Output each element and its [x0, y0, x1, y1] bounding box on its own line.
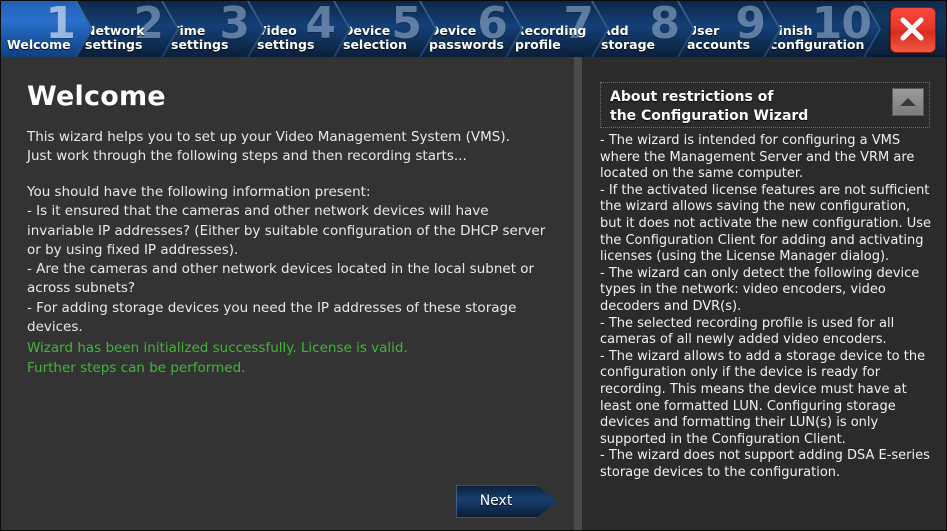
triangle-up-icon: [900, 98, 916, 106]
wizard-step-10[interactable]: 10 Finish configuration: [765, 1, 881, 57]
intro-paragraph: This wizard helps you to set up your Vid…: [27, 129, 510, 164]
help-body-text: - The wizard is intended for configuring…: [600, 133, 932, 480]
configuration-wizard-window: 1 Welcome 2 Network settings 3 Time settings 4…: [0, 0, 947, 531]
help-title: About restrictions of the Configuration …: [610, 89, 809, 124]
help-panel: About restrictions of the Configuration …: [582, 57, 946, 530]
wizard-step-1[interactable]: 1 Welcome: [1, 1, 93, 57]
close-icon: [900, 17, 924, 41]
wizard-step-label: Network settings: [85, 23, 145, 52]
main-content-panel: Welcome This wizard helps you to set up …: [1, 57, 574, 530]
wizard-step-bar: 1 Welcome 2 Network settings 3 Time settings 4…: [1, 1, 946, 57]
wizard-step-label: Finish configuration: [770, 23, 865, 52]
requirements-paragraph: You should have the following informatio…: [27, 184, 546, 336]
wizard-step-label: Device passwords: [429, 23, 504, 52]
status-message: Wizard has been initialized successfully…: [27, 340, 408, 376]
page-title: Welcome: [27, 81, 166, 112]
wizard-step-label: Time settings: [171, 23, 229, 52]
close-button[interactable]: [890, 7, 936, 53]
wizard-step-label: Recording profile: [515, 23, 587, 52]
panel-divider: [574, 57, 582, 530]
next-button[interactable]: Next: [456, 485, 558, 518]
help-header: About restrictions of the Configuration …: [600, 82, 930, 128]
wizard-step-label: Add storage: [601, 23, 656, 52]
wizard-step-label: User accounts: [687, 23, 751, 52]
wizard-step-label: Device selection: [343, 23, 407, 52]
scroll-up-button[interactable]: [892, 88, 924, 116]
next-button-label: Next: [479, 493, 513, 509]
wizard-step-label: Welcome: [7, 37, 71, 52]
wizard-step-label: Video settings: [257, 23, 315, 52]
